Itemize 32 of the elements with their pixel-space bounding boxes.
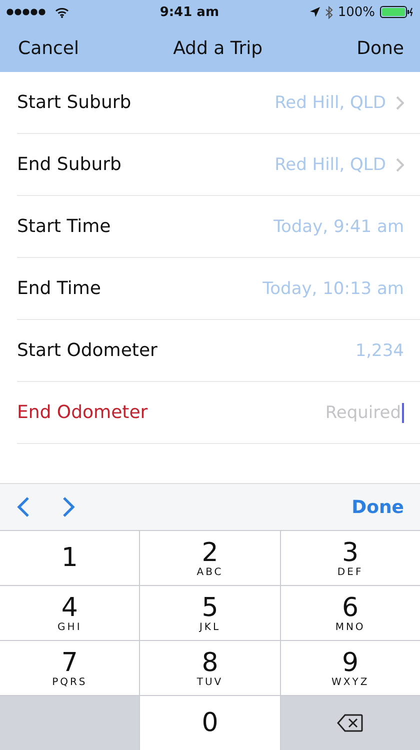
field-label: End Odometer [17, 402, 149, 423]
keypad-key[interactable]: 8 TUV [140, 641, 280, 695]
field-label: End Suburb [17, 154, 122, 175]
backspace-icon [337, 714, 364, 732]
keyboard-done-button[interactable]: Done [352, 496, 404, 518]
delete-key[interactable] [280, 696, 420, 750]
cancel-button[interactable]: Cancel [18, 38, 79, 58]
field-label: Start Suburb [17, 92, 132, 113]
field-label: Start Time [17, 216, 112, 237]
wifi-icon [55, 6, 69, 18]
keypad-key[interactable]: 9 WXYZ [280, 641, 420, 695]
keypad-key[interactable]: 3 DEF [280, 531, 420, 585]
keypad-key[interactable]: 4 GHI [0, 586, 140, 640]
keypad-key[interactable]: 5 JKL [140, 586, 280, 640]
screen-title: Add a Trip [173, 38, 263, 58]
keypad-key[interactable]: 1 [0, 531, 140, 585]
keypad-key[interactable]: 2 ABC [140, 531, 280, 585]
chevron-right-icon [396, 158, 404, 172]
keypad-key[interactable]: 6 MNO [280, 586, 420, 640]
location-icon [310, 7, 320, 17]
battery-percent: 100% [338, 4, 375, 20]
bluetooth-icon [324, 6, 333, 18]
field-label: Start Odometer [17, 340, 158, 361]
next-icon[interactable] [62, 496, 76, 518]
status-time: 9:41 am [160, 4, 219, 20]
previous-icon[interactable] [16, 496, 30, 518]
chevron-right-icon [396, 96, 404, 110]
battery-icon [380, 6, 414, 18]
field-label: End Time [17, 278, 102, 299]
done-button[interactable]: Done [356, 38, 404, 58]
keypad-key[interactable]: 7 PQRS [0, 641, 140, 695]
keypad-key[interactable]: 0 [140, 696, 280, 750]
